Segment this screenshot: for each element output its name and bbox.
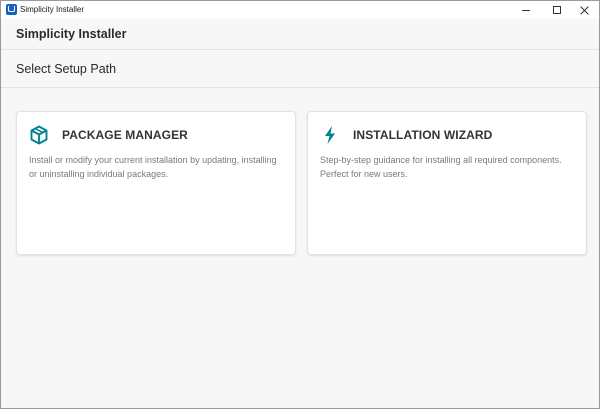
close-icon bbox=[580, 6, 589, 15]
package-manager-title: PACKAGE MANAGER bbox=[62, 128, 188, 142]
installer-window: Simplicity Installer Simplicity Installe… bbox=[0, 0, 600, 409]
maximize-button[interactable] bbox=[542, 1, 572, 19]
window-title: Simplicity Installer bbox=[20, 5, 85, 14]
minimize-button[interactable] bbox=[511, 1, 541, 19]
app-icon bbox=[6, 4, 17, 15]
app-header: Simplicity Installer bbox=[1, 19, 599, 50]
package-manager-description: Install or modify your current installat… bbox=[29, 155, 277, 179]
app-title: Simplicity Installer bbox=[16, 27, 127, 41]
lightning-bolt-icon bbox=[325, 126, 335, 144]
close-button[interactable] bbox=[569, 1, 599, 19]
package-icon bbox=[30, 125, 48, 145]
installation-wizard-card[interactable]: INSTALLATION WIZARD Step-by-step guidanc… bbox=[307, 111, 587, 255]
minimize-icon bbox=[522, 9, 530, 11]
installation-wizard-description: Step-by-step guidance for installing all… bbox=[320, 155, 562, 179]
package-manager-card[interactable]: PACKAGE MANAGER Install or modify your c… bbox=[16, 111, 296, 255]
title-bar[interactable]: Simplicity Installer bbox=[1, 1, 599, 19]
section-header: Select Setup Path bbox=[1, 50, 599, 88]
installation-wizard-title: INSTALLATION WIZARD bbox=[353, 128, 493, 142]
maximize-icon bbox=[553, 6, 561, 14]
section-title: Select Setup Path bbox=[16, 62, 117, 76]
